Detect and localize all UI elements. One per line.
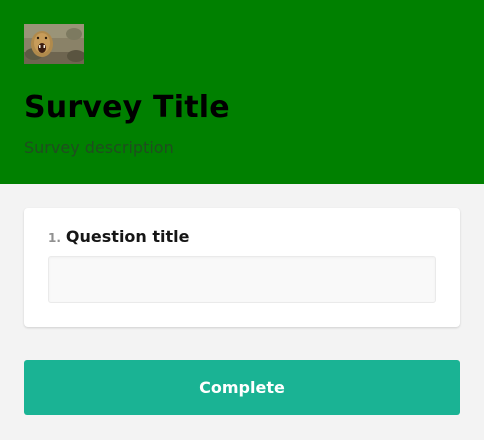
lion-photo-logo-icon — [24, 24, 84, 64]
question-text-input[interactable] — [48, 256, 436, 303]
survey-header: Survey Title Survey description — [0, 0, 484, 184]
question-title-text: Question title — [65, 227, 190, 246]
question-title: 1. Question title — [48, 226, 190, 250]
survey-description: Survey description — [24, 138, 174, 157]
survey-title: Survey Title — [24, 90, 230, 125]
survey-logo-image — [24, 24, 84, 64]
question-card: 1. Question title — [24, 208, 460, 327]
complete-button[interactable]: Complete — [24, 360, 460, 415]
question-number: 1. — [48, 231, 61, 245]
